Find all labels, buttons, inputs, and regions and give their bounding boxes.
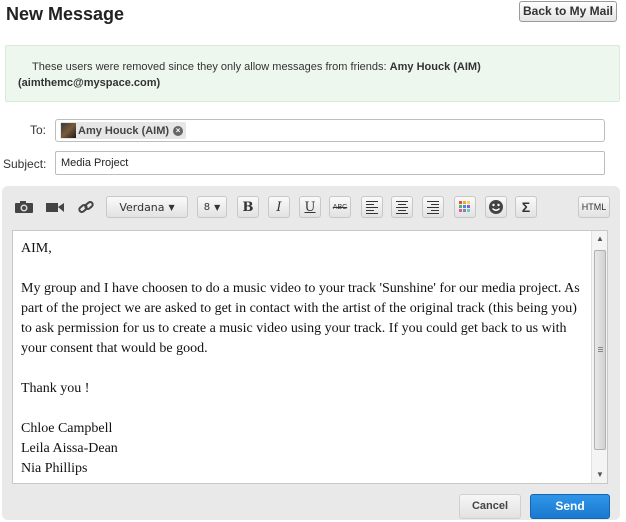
- scroll-up-icon[interactable]: ▲: [592, 231, 607, 247]
- cancel-button[interactable]: Cancel: [459, 494, 521, 519]
- body-line: [21, 359, 591, 379]
- font-size-select[interactable]: 8 ▼: [197, 196, 227, 218]
- notice-text: These users were removed since they only…: [32, 61, 387, 73]
- chevron-down-icon: ▼: [214, 202, 221, 212]
- grip-icon: [598, 347, 603, 353]
- strikethrough-label: ABC: [332, 203, 348, 211]
- body-line: AIM,: [21, 241, 52, 256]
- font-size-value: 8: [203, 201, 211, 213]
- page-title: New Message: [6, 4, 125, 24]
- body-line: [21, 259, 591, 279]
- body-line: Chloe Campbell: [21, 421, 113, 436]
- subject-input[interactable]: [55, 151, 605, 175]
- align-left-icon[interactable]: [361, 196, 383, 218]
- to-label: To:: [30, 123, 47, 137]
- chevron-down-icon: ▼: [168, 202, 175, 212]
- recipient-name: Amy Houck (AIM): [78, 124, 170, 137]
- color-palette-icon[interactable]: [454, 196, 476, 218]
- body-line: Thank you !: [21, 381, 90, 396]
- body-line: Nia Phillips: [21, 461, 88, 476]
- html-mode-button[interactable]: HTML: [578, 196, 610, 218]
- notice-email: (aimthemc@myspace.com): [18, 77, 161, 89]
- camera-icon[interactable]: [13, 196, 35, 218]
- strikethrough-button[interactable]: ABC: [329, 196, 351, 218]
- italic-button[interactable]: I: [268, 196, 290, 218]
- remove-recipient-icon[interactable]: ×: [173, 125, 184, 136]
- subject-label: Subject:: [3, 157, 47, 171]
- scroll-thumb[interactable]: [594, 250, 606, 450]
- symbol-icon[interactable]: Σ: [515, 196, 537, 218]
- underline-button[interactable]: U: [299, 196, 321, 218]
- bold-button[interactable]: B: [237, 196, 259, 218]
- font-family-value: Verdana: [119, 200, 165, 214]
- font-family-select[interactable]: Verdana ▼: [106, 196, 188, 218]
- italic-label: I: [276, 199, 282, 215]
- emoticon-icon[interactable]: [485, 196, 507, 218]
- html-label: HTML: [581, 202, 607, 212]
- symbol-label: Σ: [521, 199, 531, 215]
- removed-users-notice: These users were removed since they only…: [5, 45, 620, 102]
- scroll-down-icon[interactable]: ▼: [592, 467, 607, 483]
- body-line: [21, 399, 591, 419]
- notice-name: Amy Houck (AIM): [389, 61, 481, 73]
- message-body-text[interactable]: AIM, My group and I have choosen to do a…: [21, 239, 591, 479]
- align-center-icon[interactable]: [391, 196, 413, 218]
- bold-label: B: [242, 199, 254, 215]
- link-icon[interactable]: [75, 196, 97, 218]
- message-body[interactable]: AIM, My group and I have choosen to do a…: [12, 230, 608, 484]
- video-icon[interactable]: [44, 196, 66, 218]
- align-right-icon[interactable]: [422, 196, 444, 218]
- send-button[interactable]: Send: [530, 494, 610, 519]
- to-field[interactable]: Amy Houck (AIM) ×: [55, 119, 605, 142]
- message-scrollbar[interactable]: ▲ ▼: [591, 231, 607, 483]
- recipient-avatar: [61, 123, 76, 138]
- recipient-chip[interactable]: Amy Houck (AIM) ×: [60, 122, 187, 139]
- back-to-mail-button[interactable]: Back to My Mail: [519, 1, 617, 22]
- underline-label: U: [304, 199, 316, 215]
- body-line: My group and I have choosen to do a musi…: [21, 281, 580, 356]
- body-line: Leila Aissa-Dean: [21, 441, 118, 456]
